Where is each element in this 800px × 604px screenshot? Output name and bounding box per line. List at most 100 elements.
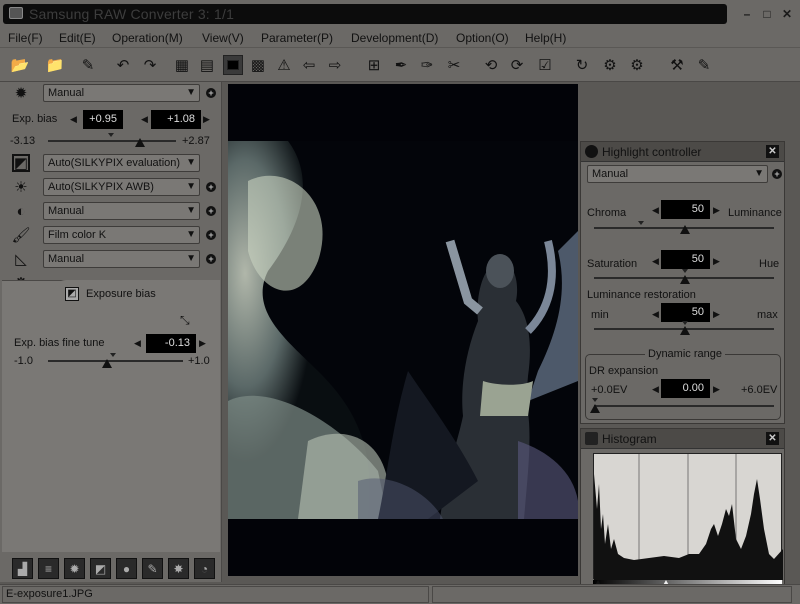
next-image-icon[interactable]: ⇨ — [325, 55, 345, 75]
close-icon[interactable]: ✕ — [766, 432, 779, 445]
preview-view-icon[interactable] — [223, 55, 243, 75]
spin-left-icon[interactable]: ◀ — [652, 309, 659, 320]
check-icon[interactable]: ☑ — [535, 55, 555, 75]
histogram-icon — [585, 432, 598, 445]
clip-icon[interactable]: ✎ — [78, 55, 98, 75]
crosshair-icon[interactable]: ⊞ — [364, 55, 384, 75]
spin-left-icon[interactable]: ◀ — [652, 205, 659, 216]
tone-curve-panel-icon[interactable]: ◩ — [90, 558, 111, 579]
hammer-icon[interactable]: ⚒ — [667, 55, 687, 75]
chevron-down-icon: ▼ — [754, 168, 764, 179]
minimize-button[interactable]: – — [739, 7, 755, 22]
sharpness-select[interactable]: Manual ▼ — [43, 250, 200, 268]
spin-right-icon[interactable]: ▶ — [203, 114, 210, 125]
spin-left-icon[interactable]: ◀ — [70, 114, 77, 125]
saturation-label: Saturation — [587, 258, 638, 270]
menu-file[interactable]: File(F) — [8, 31, 43, 45]
edit-list-icon[interactable]: ✎ — [694, 55, 714, 75]
exp-bias-slider-thumb[interactable] — [135, 138, 146, 147]
spin-left-icon[interactable]: ◀ — [141, 114, 148, 125]
rotate-right-icon[interactable]: ⟳ — [507, 55, 527, 75]
dr-expansion-value[interactable]: 0.00 — [661, 379, 710, 398]
histogram-titlebar[interactable]: Histogram ✕ — [581, 429, 784, 449]
menu-development[interactable]: Development(D) — [351, 31, 438, 45]
saturation-hue-slider-thumb[interactable] — [680, 275, 690, 284]
menu-operation[interactable]: Operation(M) — [112, 31, 183, 45]
preview-thumb-view-icon[interactable]: ▤ — [197, 55, 217, 75]
fine-tune-value[interactable]: -0.13 — [146, 334, 196, 353]
chroma-luminance-value[interactable]: 50 — [661, 200, 710, 219]
menu-view[interactable]: View(V) — [202, 31, 244, 45]
noise-panel-icon[interactable]: ✸ — [168, 558, 189, 579]
histogram-panel-icon[interactable]: ▟ — [12, 558, 33, 579]
eyedropper-icon[interactable]: ⤡ — [180, 313, 190, 328]
rotate-left-icon[interactable]: ⟲ — [481, 55, 501, 75]
exp-bias-value[interactable]: +0.95 — [83, 110, 123, 129]
close-button[interactable]: ✕ — [779, 7, 795, 22]
undo-icon[interactable]: ↶ — [113, 55, 133, 75]
spin-right-icon[interactable]: ▶ — [199, 338, 206, 349]
prev-image-icon[interactable]: ⇦ — [299, 55, 319, 75]
chroma-luminance-slider-thumb[interactable] — [680, 225, 690, 234]
spin-left-icon[interactable]: ◀ — [652, 256, 659, 267]
exposure-panel-icon[interactable]: ✹ — [64, 558, 85, 579]
batch-develop-icon[interactable]: ⚙ — [627, 55, 647, 75]
close-icon[interactable]: ✕ — [766, 145, 779, 158]
fine-tune-default-tick — [110, 353, 116, 357]
maximize-button[interactable]: □ — [759, 7, 775, 22]
brush-panel-icon[interactable]: ✎ — [142, 558, 163, 579]
add-preset-icon[interactable]: + — [772, 169, 782, 179]
highlight-preset-select[interactable]: Manual ▼ — [587, 165, 768, 183]
add-preset-icon[interactable]: + — [206, 230, 216, 240]
eyedropper-icon[interactable]: ✑ — [417, 55, 437, 75]
image-viewer[interactable] — [228, 84, 578, 576]
spin-left-icon[interactable]: ◀ — [134, 338, 141, 349]
wb-evaluation-select[interactable]: Auto(SILKYPIX evaluation) ▼ — [43, 154, 200, 172]
color-select[interactable]: Film color K ▼ — [43, 226, 200, 244]
add-preset-icon[interactable]: + — [206, 88, 216, 98]
redo-icon[interactable]: ↷ — [140, 55, 160, 75]
exp-bias-value-2[interactable]: +1.08 — [151, 110, 201, 129]
color-panel-icon[interactable]: ● — [116, 558, 137, 579]
fine-tune-slider-track[interactable] — [48, 360, 183, 362]
spin-right-icon[interactable]: ▶ — [713, 256, 720, 267]
refresh-icon[interactable]: ↻ — [572, 55, 592, 75]
spin-left-icon[interactable]: ◀ — [652, 384, 659, 395]
brush-icon: 🖌 — [11, 227, 31, 244]
exp-bias-slider-track[interactable] — [48, 140, 176, 142]
add-preset-icon[interactable]: + — [206, 206, 216, 216]
open-file-icon[interactable]: 📁 — [45, 55, 65, 75]
lens-panel-icon[interactable]: ◔ — [194, 558, 215, 579]
menu-help[interactable]: Help(H) — [525, 31, 566, 45]
spin-right-icon[interactable]: ▶ — [713, 384, 720, 395]
luminance-label: Luminance — [728, 207, 782, 219]
menu-edit[interactable]: Edit(E) — [59, 31, 96, 45]
spin-right-icon[interactable]: ▶ — [713, 309, 720, 320]
exposure-preset-select[interactable]: Manual ▼ — [43, 84, 200, 102]
crop-scissors-icon[interactable]: ✂ — [444, 55, 464, 75]
chroma-label: Chroma — [587, 207, 627, 219]
thumbnail-view-icon[interactable]: ▦ — [172, 55, 192, 75]
luminance-restoration-slider-thumb[interactable] — [680, 326, 690, 335]
sun-icon: ☀ — [14, 179, 28, 196]
spin-right-icon[interactable]: ▶ — [713, 205, 720, 216]
contrast-select[interactable]: Manual ▼ — [43, 202, 200, 220]
highlight-controller-titlebar[interactable]: Highlight controller ✕ — [581, 142, 784, 162]
dr-expansion-slider-thumb[interactable] — [590, 404, 600, 413]
white-balance-picker-icon[interactable]: ✒ — [391, 55, 411, 75]
saturation-hue-value[interactable]: 50 — [661, 250, 710, 269]
warning-icon[interactable]: ⚠ — [274, 55, 294, 75]
develop-icon[interactable]: ⚙ — [600, 55, 620, 75]
add-preset-icon[interactable]: + — [206, 182, 216, 192]
fine-tune-slider-thumb[interactable] — [102, 359, 113, 368]
dr-expansion-slider-track[interactable] — [594, 405, 774, 407]
compare-view-icon[interactable]: ▩ — [248, 55, 268, 75]
exp-bias-min: -3.13 — [10, 135, 36, 147]
menu-option[interactable]: Option(O) — [456, 31, 509, 45]
exif-panel-icon[interactable]: ≡ — [38, 558, 59, 579]
menu-parameter[interactable]: Parameter(P) — [261, 31, 333, 45]
awb-select[interactable]: Auto(SILKYPIX AWB) ▼ — [43, 178, 200, 196]
luminance-restoration-value[interactable]: 50 — [661, 303, 710, 322]
add-preset-icon[interactable]: + — [206, 254, 216, 264]
open-folder-icon[interactable]: 📂 — [10, 55, 30, 75]
